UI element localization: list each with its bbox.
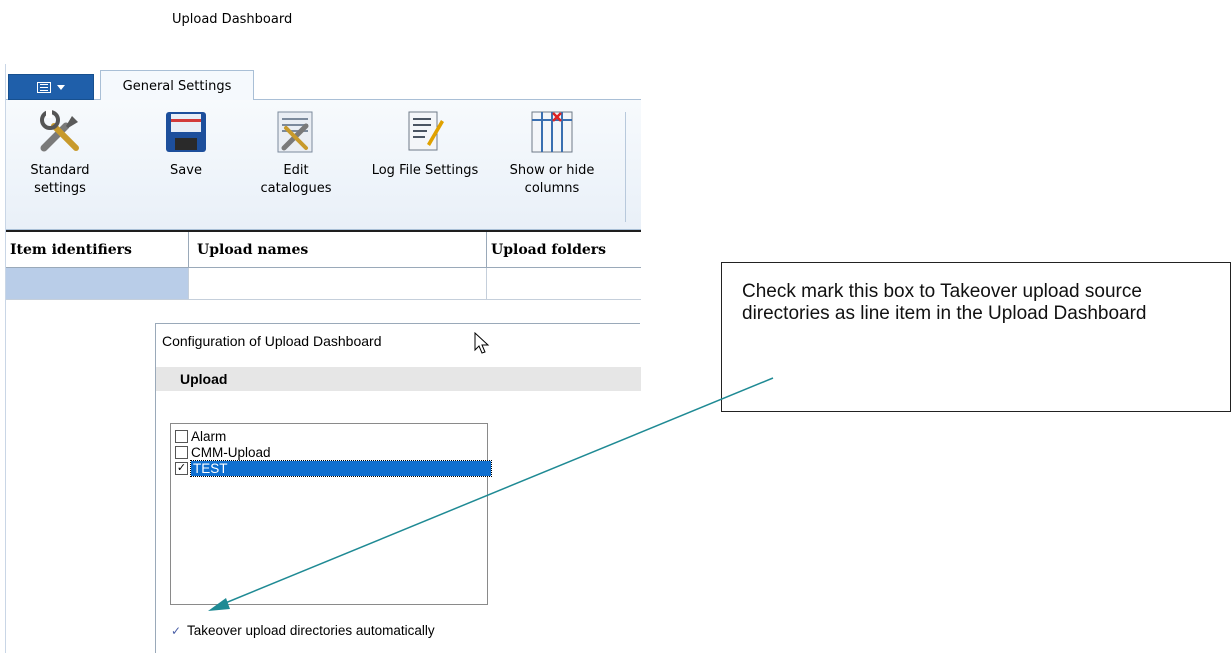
grid-header: Item identifiers Upload names Upload fol…	[6, 230, 641, 268]
log-file-icon	[401, 108, 449, 156]
document-icon	[37, 81, 51, 93]
standard-settings-label: Standard settings	[30, 163, 90, 196]
save-label: Save	[170, 163, 202, 178]
show-hide-columns-label: Show or hide columns	[509, 163, 595, 196]
columns-icon	[528, 108, 576, 156]
grid-cell[interactable]	[189, 268, 487, 299]
chevron-down-icon	[57, 84, 65, 90]
save-button[interactable]: Save	[156, 108, 216, 180]
dialog-title: Configuration of Upload Dashboard	[162, 333, 382, 349]
show-hide-columns-button[interactable]: Show or hide columns	[500, 108, 604, 198]
application-menu-button[interactable]	[8, 74, 94, 100]
tab-general-settings[interactable]: General Settings	[100, 70, 254, 101]
list-item-label: TEST	[190, 459, 492, 477]
list-item-label: Alarm	[191, 428, 227, 444]
log-file-settings-button[interactable]: Log File Settings	[360, 108, 490, 180]
table-row[interactable]	[6, 268, 641, 300]
checkbox[interactable]	[175, 445, 188, 459]
ribbon-separator	[625, 112, 626, 222]
floppy-disk-icon	[162, 108, 210, 156]
list-item-test[interactable]: ✓ TEST	[175, 459, 492, 477]
list-item-cmm-upload[interactable]: CMM-Upload	[175, 444, 271, 460]
document-title: Upload Dashboard	[172, 12, 293, 27]
column-header-upload-names[interactable]: Upload names	[189, 232, 487, 268]
checkbox[interactable]	[175, 429, 188, 443]
tools-icon	[36, 108, 84, 156]
list-item-alarm[interactable]: Alarm	[175, 428, 226, 444]
upload-sources-listbox[interactable]: Alarm CMM-Upload ✓ TEST	[170, 423, 492, 605]
ribbon-tab-bar: General Settings	[6, 64, 641, 101]
ribbon: Standard settings Save Edit catalogues L…	[6, 100, 641, 230]
standard-settings-button[interactable]: Standard settings	[24, 108, 96, 198]
takeover-automatically-option[interactable]: ✓ Takeover upload directories automatica…	[171, 623, 435, 638]
list-item-label: CMM-Upload	[191, 444, 271, 460]
column-header-item-identifiers[interactable]: Item identifiers	[6, 232, 189, 268]
log-file-settings-label: Log File Settings	[371, 163, 479, 178]
annotation-callout: Check mark this box to Takeover upload s…	[721, 262, 1231, 412]
catalogue-icon	[272, 108, 320, 156]
takeover-automatically-label: Takeover upload directories automaticall…	[187, 623, 435, 638]
section-header-upload: Upload	[156, 367, 641, 391]
checkbox-checked[interactable]: ✓	[175, 461, 188, 475]
checkmark-icon[interactable]: ✓	[171, 624, 181, 638]
grid-cell[interactable]	[487, 268, 641, 299]
mouse-pointer-icon	[474, 332, 490, 354]
edit-catalogues-button[interactable]: Edit catalogues	[246, 108, 346, 198]
edit-catalogues-label: Edit catalogues	[260, 163, 332, 196]
callout-text: Check mark this box to Takeover upload s…	[742, 281, 1147, 324]
grid-cell-selected[interactable]	[6, 268, 189, 299]
column-header-upload-folders[interactable]: Upload folders	[487, 232, 641, 268]
configuration-dialog: Configuration of Upload Dashboard Upload…	[155, 323, 641, 653]
